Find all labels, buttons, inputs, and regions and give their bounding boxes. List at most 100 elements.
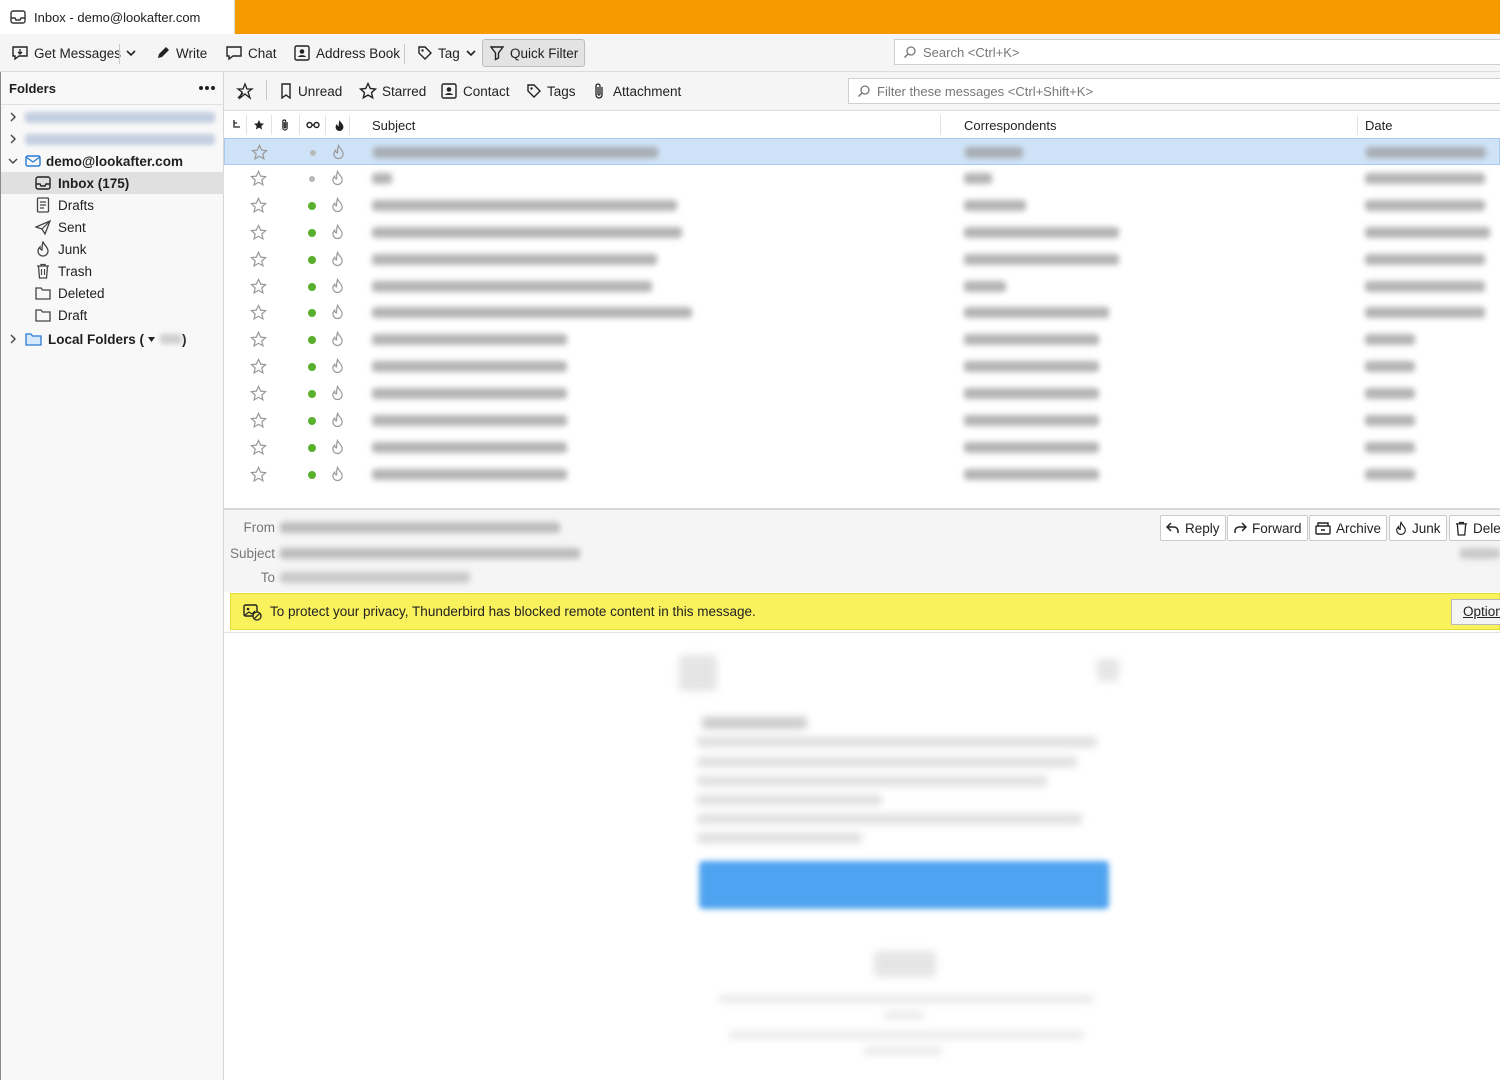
contact-filter-button[interactable]: Contact — [440, 78, 510, 104]
unread-status-dot[interactable] — [308, 443, 316, 452]
attachment-column-icon[interactable] — [280, 111, 290, 139]
unread-status-dot[interactable] — [308, 201, 316, 210]
star-icon[interactable] — [250, 223, 267, 241]
star-icon[interactable] — [250, 304, 267, 321]
filter-messages-input[interactable]: Filter these messages <Ctrl+Shift+K> — [848, 78, 1500, 104]
junk-status-icon[interactable] — [331, 250, 344, 267]
tags-filter-button[interactable]: Tags — [526, 78, 576, 104]
message-row[interactable] — [224, 461, 1500, 488]
correspondents-column-header[interactable]: Correspondents — [964, 111, 1057, 139]
star-icon[interactable] — [250, 385, 267, 402]
star-icon[interactable] — [250, 358, 267, 375]
more-options-icon[interactable] — [198, 85, 216, 91]
account-row-demo[interactable]: demo@lookafter.com — [7, 150, 230, 172]
star-icon[interactable] — [250, 196, 267, 214]
unread-status-dot[interactable] — [308, 228, 316, 237]
unread-status-dot[interactable] — [308, 336, 316, 345]
get-messages-button[interactable]: Get Messages — [4, 39, 128, 67]
sticky-filter-button[interactable] — [236, 78, 254, 104]
star-column-icon[interactable] — [253, 111, 265, 139]
junk-column-icon[interactable] — [334, 111, 345, 139]
email-call-to-action-button[interactable] — [699, 861, 1109, 909]
junk-status-icon[interactable] — [331, 465, 344, 482]
folder-trash[interactable]: Trash — [1, 260, 224, 282]
unread-status-dot[interactable] — [308, 390, 316, 399]
star-icon[interactable] — [250, 169, 267, 187]
column-separator — [1357, 115, 1358, 135]
message-row[interactable] — [224, 138, 1500, 165]
message-row[interactable] — [224, 299, 1500, 326]
junk-status-icon[interactable] — [331, 358, 344, 374]
chevron-right-icon[interactable] — [7, 134, 19, 144]
read-status-column-icon[interactable] — [306, 111, 320, 139]
starred-filter-button[interactable]: Starred — [359, 78, 426, 104]
tab-inbox[interactable]: Inbox - demo@lookafter.com — [0, 0, 235, 34]
message-row[interactable] — [224, 246, 1500, 273]
subject-column-header[interactable]: Subject — [372, 111, 415, 139]
folder-junk[interactable]: Junk — [1, 238, 224, 260]
message-row[interactable] — [224, 380, 1500, 407]
junk-status-icon[interactable] — [331, 304, 344, 320]
unread-status-dot[interactable] — [308, 470, 316, 479]
message-row[interactable] — [224, 326, 1500, 353]
unread-status-dot[interactable] — [308, 417, 316, 425]
unread-status-dot[interactable] — [308, 255, 316, 264]
message-row[interactable] — [224, 165, 1500, 192]
tag-button[interactable]: Tag — [410, 39, 484, 67]
delete-button[interactable]: Dele — [1449, 515, 1500, 541]
star-icon[interactable] — [251, 144, 268, 161]
chevron-right-icon[interactable] — [7, 112, 19, 122]
unread-status-dot[interactable] — [308, 282, 316, 291]
message-row[interactable] — [224, 219, 1500, 246]
message-row[interactable] — [224, 353, 1500, 380]
message-row[interactable] — [224, 192, 1500, 219]
unread-filter-button[interactable]: Unread — [279, 78, 342, 104]
junk-status-icon[interactable] — [331, 385, 344, 401]
junk-status-icon[interactable] — [331, 196, 344, 213]
quick-filter-button[interactable]: Quick Filter — [482, 39, 586, 67]
unread-status-dot[interactable] — [308, 363, 316, 372]
thread-column-icon[interactable] — [232, 111, 242, 139]
local-folders-row[interactable]: Local Folders ( ) — [7, 328, 230, 350]
options-button[interactable]: Option — [1451, 599, 1500, 625]
global-search-input[interactable]: Search <Ctrl+K> — [894, 39, 1500, 65]
reply-button[interactable]: Reply — [1160, 515, 1226, 541]
chat-button[interactable]: Chat — [218, 39, 284, 67]
forward-button[interactable]: Forward — [1227, 515, 1308, 541]
unread-status-dot[interactable] — [308, 309, 316, 318]
attachment-filter-button[interactable]: Attachment — [592, 78, 681, 104]
chevron-down-icon[interactable] — [7, 157, 19, 165]
write-button[interactable]: Write — [148, 39, 214, 67]
star-icon[interactable] — [250, 277, 267, 295]
junk-status-icon[interactable] — [331, 169, 344, 186]
read-status-dot[interactable] — [310, 150, 316, 156]
folder-draft[interactable]: Draft — [1, 304, 224, 326]
junk-button[interactable]: Junk — [1389, 515, 1447, 541]
star-icon[interactable] — [250, 438, 267, 456]
folder-inbox[interactable]: Inbox (175) — [1, 172, 224, 194]
account-row-redacted[interactable] — [7, 128, 230, 150]
junk-status-icon[interactable] — [331, 277, 344, 294]
star-icon[interactable] — [250, 465, 267, 483]
folder-drafts[interactable]: Drafts — [1, 194, 224, 216]
address-book-button[interactable]: Address Book — [286, 39, 407, 67]
junk-status-icon[interactable] — [331, 412, 344, 428]
star-icon[interactable] — [250, 331, 267, 348]
archive-button[interactable]: Archive — [1309, 515, 1388, 541]
get-messages-dropdown[interactable] — [121, 39, 141, 67]
message-row[interactable] — [224, 407, 1500, 434]
read-status-dot[interactable] — [309, 175, 315, 182]
junk-status-icon[interactable] — [332, 144, 345, 160]
account-row-redacted[interactable] — [7, 106, 230, 128]
star-icon[interactable] — [250, 250, 267, 268]
folder-deleted[interactable]: Deleted — [1, 282, 224, 304]
message-row[interactable] — [224, 273, 1500, 300]
chevron-right-icon[interactable] — [7, 334, 19, 344]
junk-status-icon[interactable] — [331, 223, 344, 240]
junk-status-icon[interactable] — [331, 438, 344, 455]
folder-sent[interactable]: Sent — [1, 216, 224, 238]
junk-status-icon[interactable] — [331, 331, 344, 347]
star-icon[interactable] — [250, 412, 267, 429]
message-row[interactable] — [224, 434, 1500, 461]
date-column-header[interactable]: Date — [1365, 111, 1392, 139]
